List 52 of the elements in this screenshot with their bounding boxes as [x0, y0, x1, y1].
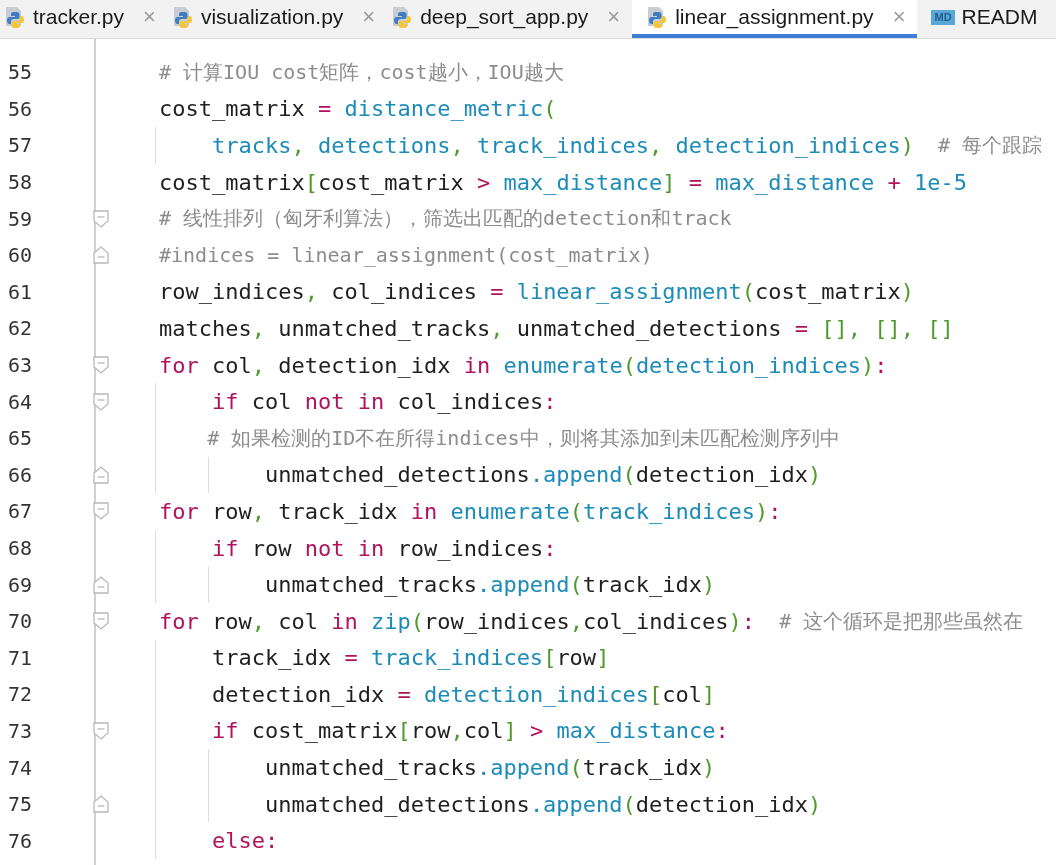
- fold-collapse-icon[interactable]: [92, 612, 109, 631]
- line-number: 73: [6, 719, 33, 743]
- line-number: 59: [6, 206, 33, 231]
- line-number: 72: [6, 682, 33, 707]
- python-file-icon: [171, 6, 194, 28]
- file-tab[interactable]: visualization.py ×: [167, 0, 388, 38]
- code-line: #indices = linear_assignment(cost_matrix): [159, 242, 654, 270]
- line-number: 64: [6, 389, 33, 414]
- line-number: 74: [6, 755, 33, 780]
- fold-collapse-icon[interactable]: [92, 356, 109, 375]
- code-line: cost_matrix = distance_metric(: [159, 95, 558, 124]
- line-number: 71: [6, 645, 33, 670]
- code-line: for row, col in zip(row_indices,col_indices): # 这个循环是把那些虽然在: [159, 607, 1025, 636]
- code-line: for row, track_idx in enumerate(track_indices):: [159, 497, 783, 526]
- fold-collapse-icon[interactable]: [92, 209, 109, 228]
- fold-collapse-icon[interactable]: [92, 722, 109, 740]
- fold-end-icon[interactable]: [92, 575, 109, 594]
- code-line: # 线性排列（匈牙利算法），筛选出匹配的detection和track: [159, 205, 733, 233]
- line-number: 55: [6, 60, 33, 85]
- line-number: 57: [6, 133, 33, 158]
- line-number: 67: [6, 499, 33, 524]
- fold-end-icon[interactable]: [92, 795, 109, 814]
- code-line: cost_matrix[cost_matrix > max_distance] = max_distance + 1e-5: [159, 168, 968, 197]
- fold-end-icon[interactable]: [92, 465, 109, 484]
- line-number: 63: [6, 353, 33, 378]
- line-number: 60: [6, 243, 33, 268]
- fold-collapse-icon[interactable]: [92, 502, 109, 521]
- markdown-file-icon: MD: [931, 9, 955, 25]
- file-tab[interactable]: MD READM: [917, 0, 1050, 38]
- fold-collapse-icon[interactable]: [92, 392, 109, 411]
- line-number: 56: [6, 96, 33, 121]
- code-line: matches, unmatched_tracks, unmatched_detections = [], [], []: [159, 314, 955, 343]
- line-number: 75: [6, 792, 33, 817]
- line-number: 70: [6, 609, 33, 634]
- file-tab[interactable]: tracker.py ×: [0, 0, 168, 38]
- python-file-icon: [391, 6, 414, 28]
- code-line: # 计算IOU cost矩阵，cost越小，IOU越大: [159, 58, 565, 86]
- line-number: 58: [6, 170, 33, 195]
- fold-end-icon[interactable]: [92, 246, 109, 265]
- line-number: 68: [6, 536, 33, 560]
- python-file-icon: [4, 6, 26, 28]
- line-number: 65: [6, 426, 33, 451]
- code-line: row_indices, col_indices = linear_assignment(cost_matrix): [159, 278, 915, 307]
- python-file-icon: [646, 6, 669, 28]
- line-number: 66: [6, 462, 33, 487]
- file-tab[interactable]: linear_assignment.py ×: [632, 0, 918, 38]
- line-number: 61: [6, 279, 33, 304]
- line-number: 62: [6, 316, 33, 341]
- line-number: 76: [6, 828, 33, 853]
- line-number: 69: [6, 572, 33, 597]
- file-tab[interactable]: deep_sort_app.py ×: [387, 0, 633, 38]
- code-line: for col, detection_idx in enumerate(detection_indices):: [159, 351, 889, 380]
